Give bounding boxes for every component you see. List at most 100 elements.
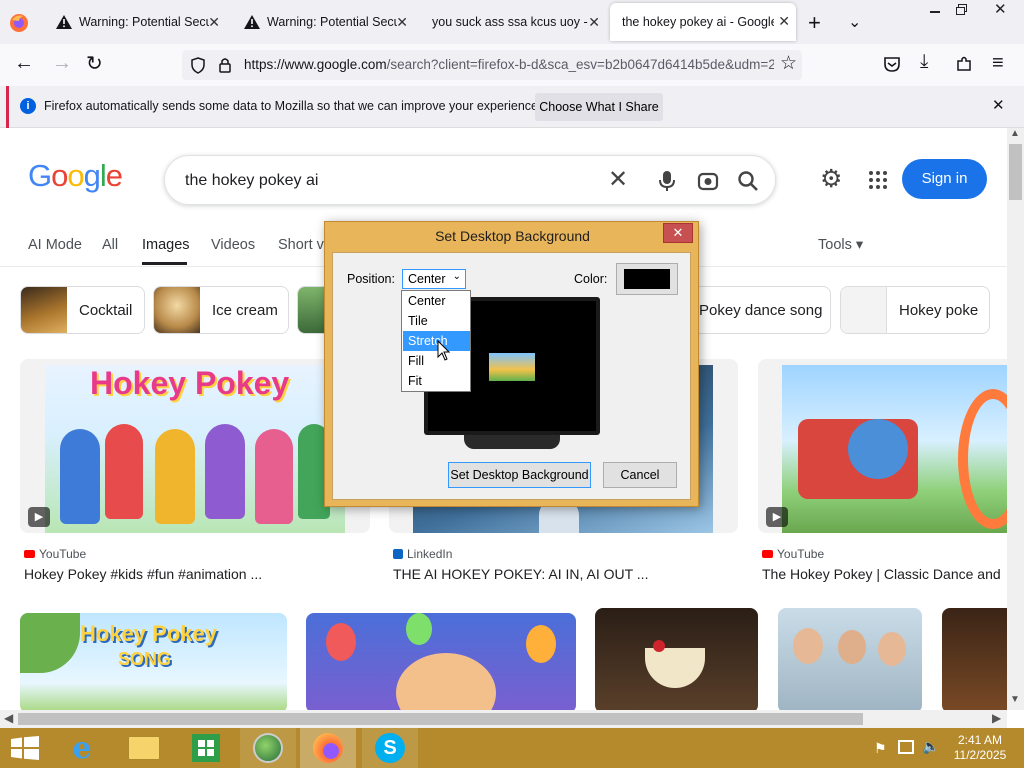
result-image-cocktail[interactable] [595, 608, 758, 710]
color-picker-button[interactable] [616, 263, 678, 295]
result-source-linkedin[interactable]: LinkedIn [393, 547, 452, 561]
tab-list-chevron-icon[interactable]: ⌄ [848, 12, 861, 32]
result-title[interactable]: THE AI HOKEY POKEY: AI IN, AI OUT ... [393, 566, 648, 582]
bookmark-star-icon[interactable]: ☆ [780, 52, 797, 75]
option-tile[interactable]: Tile [403, 311, 470, 331]
store-icon[interactable] [178, 728, 234, 768]
search-box[interactable]: the hokey pokey ai ✕ [164, 155, 776, 205]
reload-icon[interactable]: ↻ [86, 51, 103, 76]
google-logo[interactable]: Google [28, 158, 123, 194]
result-source-youtube[interactable]: YouTube [762, 547, 824, 561]
clear-search-icon[interactable]: ✕ [608, 165, 628, 194]
option-fit[interactable]: Fit [403, 371, 470, 391]
result-image-hokey-pokey-train[interactable]: ▶ [758, 359, 1007, 533]
scroll-left-arrow-icon[interactable]: ◀ [4, 711, 13, 725]
result-image-balloon-kid[interactable] [306, 613, 576, 710]
preview-thumbnail [489, 353, 535, 381]
new-tab-icon[interactable]: + [808, 10, 821, 36]
result-source-youtube[interactable]: YouTube [24, 547, 86, 561]
pocket-icon[interactable] [883, 56, 901, 73]
windows-start-icon[interactable] [11, 736, 39, 760]
position-select[interactable]: Center ⌄ [402, 269, 466, 289]
action-center-flag-icon[interactable]: ⚑ [874, 740, 887, 757]
tab-short-videos[interactable]: Short v [278, 237, 324, 253]
page-info-icon[interactable] [216, 56, 234, 74]
scroll-up-arrow-icon[interactable]: ▲ [1010, 128, 1020, 139]
file-explorer-icon[interactable] [116, 728, 172, 768]
close-tab-icon[interactable]: ✕ [208, 14, 220, 31]
monitor-stand [464, 435, 560, 449]
tab-all[interactable]: All [102, 237, 118, 253]
tab-ai-mode[interactable]: AI Mode [28, 237, 82, 253]
microphone-icon[interactable] [659, 170, 675, 192]
cartoon-kids [60, 419, 330, 529]
forward-icon[interactable]: → [52, 52, 72, 75]
result-image-hokey-pokey-song[interactable]: Hokey Pokey SONG [20, 613, 287, 710]
tab-warning-2[interactable]: Warning: Potential Security Risk Ahead ✕ [232, 0, 414, 44]
warning-icon [244, 15, 260, 29]
search-icon[interactable] [737, 170, 759, 192]
chip-pokey-dance-song[interactable]: Pokey dance song [686, 286, 831, 334]
close-tab-icon[interactable]: ✕ [396, 14, 408, 31]
downloads-icon[interactable]: ⤓ [920, 51, 928, 73]
result-title[interactable]: Hokey Pokey #kids #fun #animation ... [24, 566, 262, 582]
extensions-icon[interactable] [955, 55, 973, 73]
result-image-men[interactable] [778, 608, 922, 710]
clock-date: 11/2/2025 [953, 748, 1007, 762]
thumbnail-title-text: Hokey Pokey [80, 621, 217, 646]
notice-close-icon[interactable]: ✕ [992, 96, 1005, 114]
app-globe-icon[interactable] [240, 728, 296, 768]
tab-search-active[interactable]: the hokey pokey ai - Google Search ✕ [610, 3, 796, 41]
close-window-icon[interactable]: ✕ [994, 0, 1007, 18]
url-text: https://www.google.com/search?client=fir… [244, 57, 774, 72]
result-image-bar[interactable] [942, 608, 1007, 710]
scroll-right-arrow-icon[interactable]: ▶ [992, 711, 1001, 725]
result-image-hokey-pokey-kids[interactable]: Hokey Pokey ▶ [20, 359, 370, 533]
result-title[interactable]: The Hokey Pokey | Classic Dance and [762, 566, 1001, 582]
tab-strip: Warning: Potential Security Risk Ahead ✕… [0, 0, 1024, 44]
ice-cream-thumbnail [154, 287, 200, 333]
option-center[interactable]: Center [403, 291, 470, 311]
skype-icon[interactable]: S [362, 728, 418, 768]
choose-what-i-share-button[interactable]: Choose What I Share [535, 93, 663, 121]
scroll-down-arrow-icon[interactable]: ▼ [1010, 694, 1020, 705]
dialog-title: Set Desktop Background [435, 228, 590, 244]
firefox-taskbar-icon[interactable] [300, 728, 356, 768]
internet-explorer-icon[interactable]: e [54, 728, 110, 768]
volume-muted-icon[interactable]: 🔈 [922, 738, 939, 755]
tab-videos[interactable]: Videos [211, 237, 255, 253]
cancel-button[interactable]: Cancel [603, 462, 677, 488]
position-label: Position: [347, 272, 395, 286]
lens-camera-icon[interactable] [697, 170, 719, 192]
horizontal-scrollbar[interactable]: ◀ ▶ [0, 710, 1007, 728]
vertical-scroll-thumb[interactable] [1009, 144, 1022, 200]
tab-search-1[interactable]: you suck ass ssa kcus uoy - Google Searc… [420, 0, 606, 44]
chip-hokey-poke[interactable]: Hokey poke [840, 286, 990, 334]
address-bar[interactable]: https://www.google.com/search?client=fir… [182, 50, 802, 80]
back-icon[interactable]: ← [14, 52, 34, 75]
set-desktop-background-button[interactable]: Set Desktop Background [448, 462, 591, 488]
firefox-view-icon[interactable] [8, 12, 30, 34]
dialog-close-button[interactable]: ✕ [663, 223, 693, 243]
sign-in-button[interactable]: Sign in [902, 159, 987, 199]
minimize-icon[interactable] [930, 4, 942, 16]
horizontal-scroll-thumb[interactable] [18, 713, 863, 725]
chip-cocktail[interactable]: Cocktail [20, 286, 145, 334]
tab-warning-1[interactable]: Warning: Potential Security Risk Ahead ✕ [44, 0, 226, 44]
shield-icon[interactable] [190, 57, 206, 74]
restore-icon[interactable] [956, 4, 968, 16]
thumbnail-subtitle-text: SONG [118, 649, 172, 669]
tools-button[interactable]: Tools ▾ [818, 237, 863, 253]
search-input[interactable]: the hokey pokey ai [185, 172, 318, 190]
apps-grid-icon[interactable] [868, 170, 888, 190]
clock[interactable]: 2:41 AM 11/2/2025 [948, 733, 1012, 763]
color-label: Color: [574, 272, 608, 286]
vertical-scrollbar[interactable]: ▲ ▼ [1007, 128, 1024, 710]
close-tab-icon[interactable]: ✕ [778, 13, 790, 30]
close-tab-icon[interactable]: ✕ [588, 14, 600, 31]
menu-icon[interactable]: ≡ [992, 52, 1004, 75]
tab-images[interactable]: Images [142, 237, 190, 253]
settings-gear-icon[interactable]: ⚙ [820, 164, 842, 194]
network-icon[interactable] [898, 740, 914, 754]
chip-ice-cream[interactable]: Ice cream [153, 286, 289, 334]
